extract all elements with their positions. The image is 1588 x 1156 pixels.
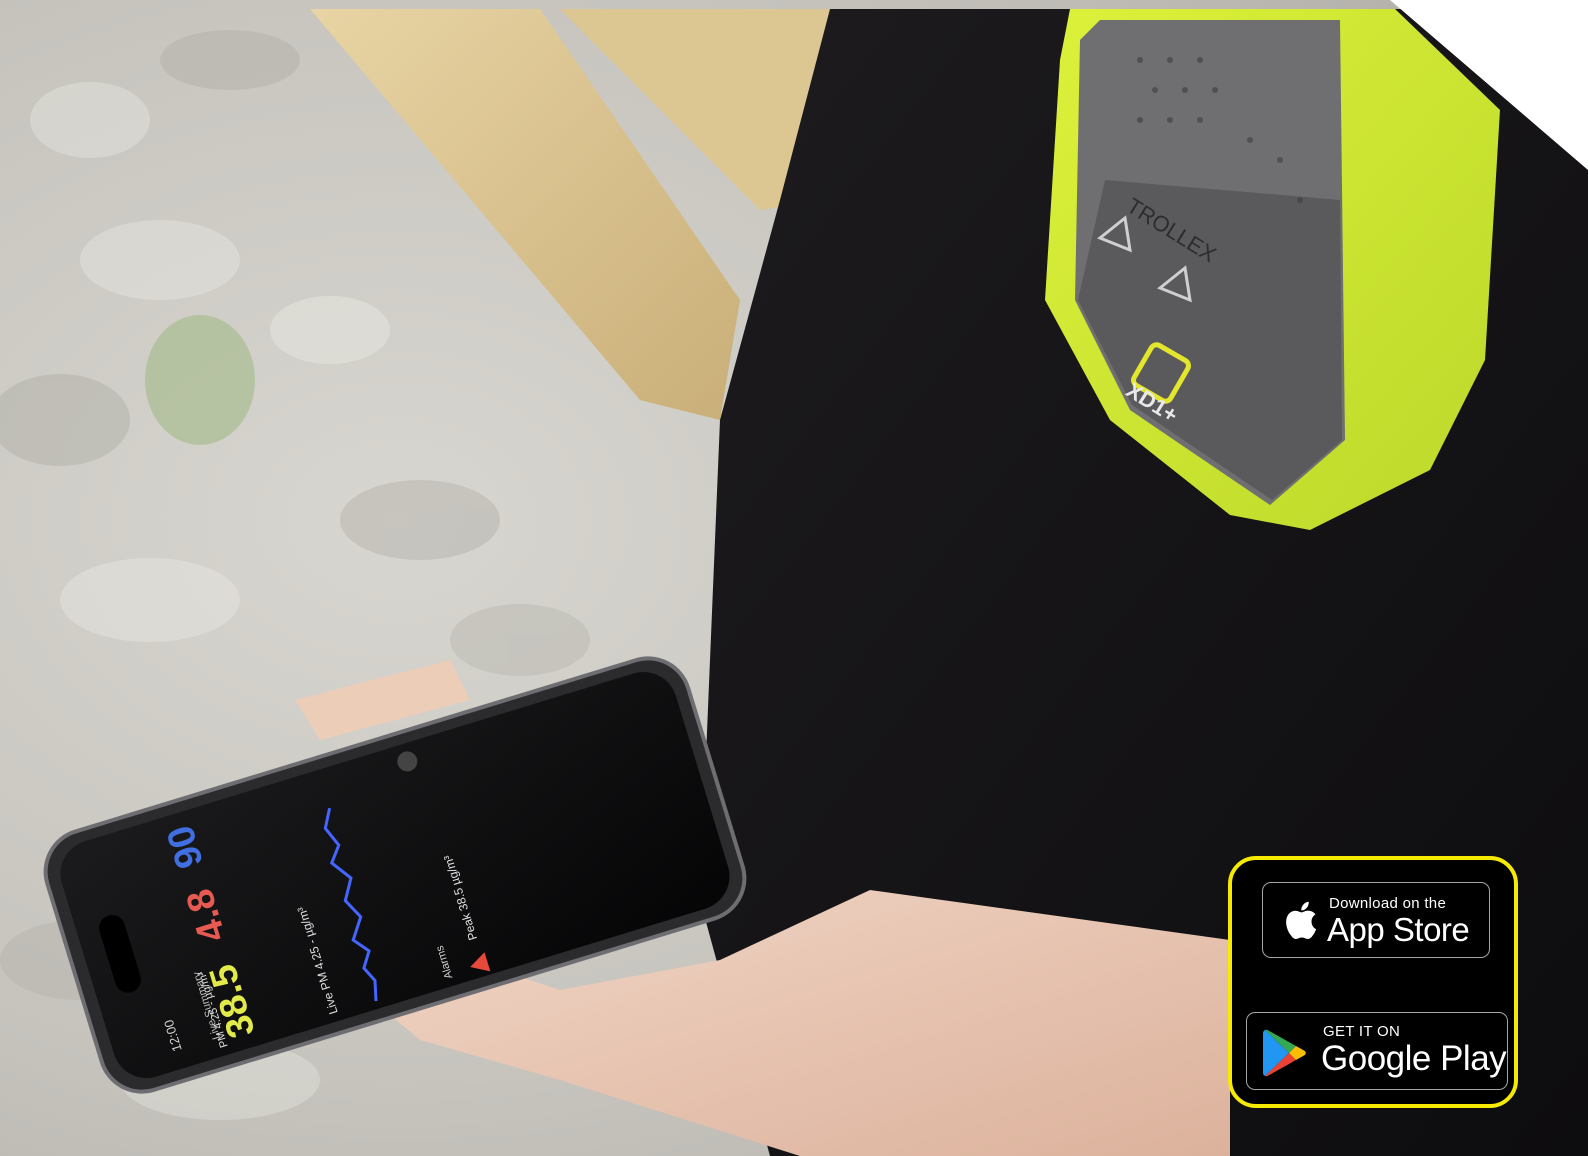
app-store-badge[interactable]: Download on the App Store <box>1262 882 1490 958</box>
store-badges-frame: Download on the App Store GET IT ON Goog… <box>1228 856 1518 1108</box>
app-store-small-text: Download on the <box>1329 895 1447 912</box>
weed <box>145 315 255 445</box>
apple-icon <box>1286 901 1317 940</box>
google-play-small-text: GET IT ON <box>1323 1023 1401 1040</box>
app-store-large-text: App Store <box>1327 911 1470 948</box>
promo-photo: TROLLEX XD1+ 12:00 Live Summary PM 4.25 … <box>0 0 1588 1156</box>
google-play-badge[interactable]: GET IT ON Google Play <box>1246 1012 1508 1090</box>
google-play-icon <box>1263 1029 1306 1077</box>
google-play-large-text: Google Play <box>1321 1039 1507 1078</box>
